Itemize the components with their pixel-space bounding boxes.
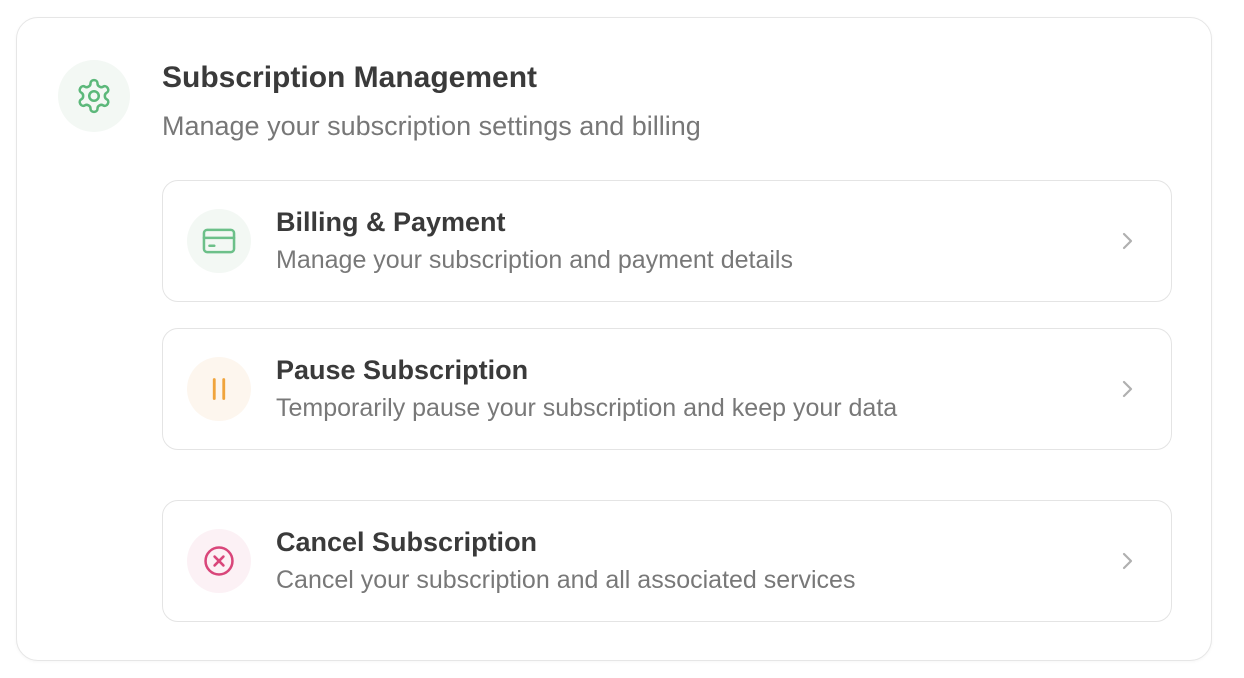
billing-payment-title: Billing & Payment <box>276 207 506 237</box>
cancel-subscription-option[interactable]: Cancel Subscription Cancel your subscrip… <box>162 500 1172 622</box>
chevron-right-icon <box>1113 375 1141 403</box>
pause-subscription-description: Temporarily pause your subscription and … <box>276 394 898 422</box>
credit-card-icon <box>187 209 251 273</box>
cancel-subscription-description: Cancel your subscription and all associa… <box>276 566 856 594</box>
pause-icon <box>187 357 251 421</box>
cancel-circle-icon <box>187 529 251 593</box>
chevron-right-icon <box>1113 227 1141 255</box>
chevron-right-icon <box>1113 547 1141 575</box>
subscription-management-panel: Subscription Management Manage your subs… <box>16 17 1212 661</box>
billing-payment-option[interactable]: Billing & Payment Manage your subscripti… <box>162 180 1172 302</box>
page-title: Subscription Management <box>162 61 538 94</box>
gear-icon <box>58 60 130 132</box>
pause-subscription-title: Pause Subscription <box>276 355 529 385</box>
cancel-subscription-title: Cancel Subscription <box>276 527 538 557</box>
page-subtitle: Manage your subscription settings and bi… <box>162 111 701 141</box>
pause-subscription-option[interactable]: Pause Subscription Temporarily pause you… <box>162 328 1172 450</box>
billing-payment-description: Manage your subscription and payment det… <box>276 246 793 274</box>
